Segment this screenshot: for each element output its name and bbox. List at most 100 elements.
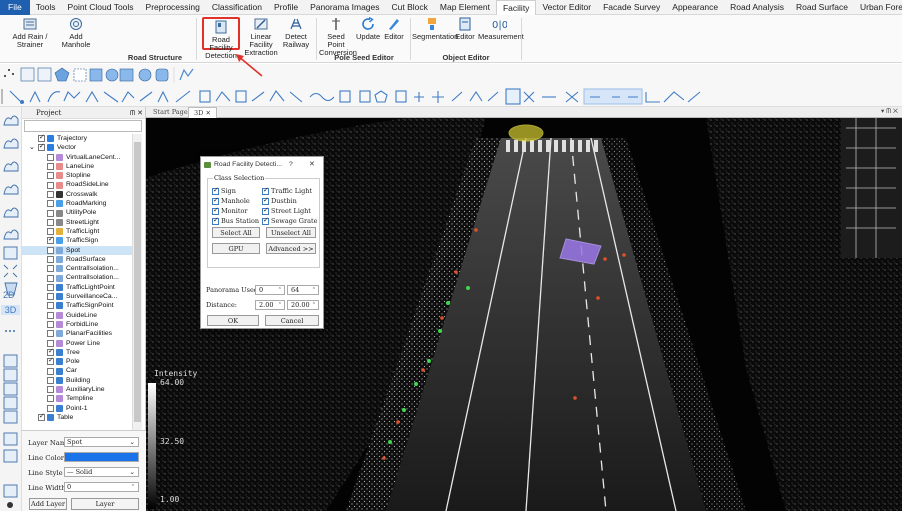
yellow-highlight-marker[interactable] bbox=[508, 124, 544, 142]
tree-item-checkbox[interactable] bbox=[47, 293, 54, 301]
checkbox-box[interactable] bbox=[212, 186, 219, 195]
tree-item-checkbox[interactable] bbox=[47, 356, 54, 366]
class-checkbox[interactable]: Dustbin bbox=[262, 196, 297, 205]
tree-item[interactable]: Stopline bbox=[22, 171, 132, 180]
project-search-input[interactable] bbox=[24, 120, 142, 132]
road-facility-detection-button[interactable]: Road Facility Detection bbox=[202, 17, 240, 60]
tree-item[interactable]: Templine bbox=[22, 394, 132, 403]
tree-item-checkbox[interactable] bbox=[47, 311, 54, 319]
view-2d-label[interactable]: 2D bbox=[3, 290, 15, 300]
tree-item-checkbox[interactable] bbox=[47, 235, 54, 245]
tree-scrollbar[interactable] bbox=[132, 134, 142, 430]
tree-item[interactable]: TrafficSign bbox=[22, 235, 132, 245]
menu-tools[interactable]: Tools bbox=[30, 0, 62, 15]
linear-facility-extraction-button[interactable]: Linear Facility Extraction bbox=[242, 17, 280, 57]
tree-item-checkbox[interactable] bbox=[47, 200, 54, 208]
segmentation-button[interactable]: Segmentation bbox=[412, 17, 458, 41]
tree-item-checkbox[interactable] bbox=[47, 395, 54, 403]
unselect-all-button[interactable]: Unselect All bbox=[266, 227, 316, 238]
tree-item-checkbox[interactable] bbox=[47, 330, 54, 338]
menu-classification[interactable]: Classification bbox=[206, 0, 268, 15]
class-checkbox[interactable]: Sign bbox=[212, 186, 236, 195]
detect-railway-button[interactable]: Detect Railway bbox=[282, 17, 310, 49]
tree-item[interactable]: VirtualLaneCent... bbox=[22, 153, 132, 162]
tree-item-checkbox[interactable] bbox=[47, 190, 54, 198]
tree-item-checkbox[interactable] bbox=[47, 321, 54, 329]
pole-editor-button[interactable]: Editor bbox=[382, 17, 406, 41]
cancel-button[interactable]: Cancel bbox=[265, 315, 319, 326]
line-style-select[interactable]: — Solid ⌄ bbox=[64, 467, 139, 477]
class-checkbox[interactable]: Bus Station bbox=[212, 216, 259, 225]
tree-item-checkbox[interactable] bbox=[47, 274, 54, 282]
tree-item-checkbox[interactable] bbox=[47, 347, 54, 356]
class-checkbox[interactable]: Monitor bbox=[212, 206, 247, 215]
tree-item[interactable]: UtilityPole bbox=[22, 208, 132, 217]
layer-name-select[interactable]: Spot ⌄ bbox=[64, 437, 139, 447]
tree-item[interactable]: RoadMarking bbox=[22, 199, 132, 208]
ok-button[interactable]: OK bbox=[207, 315, 259, 326]
class-checkbox[interactable]: Street Light bbox=[262, 206, 311, 215]
expand-chevron-icon[interactable]: ⌄ bbox=[29, 143, 35, 152]
tree-item-checkbox[interactable] bbox=[47, 172, 54, 180]
line-width-spinner[interactable]: 0 ⌃ bbox=[64, 482, 139, 492]
tree-item[interactable]: Crosswalk bbox=[22, 190, 132, 199]
select-all-button[interactable]: Select All bbox=[212, 227, 260, 238]
tree-item-checkbox[interactable] bbox=[47, 246, 54, 254]
checkbox-box[interactable] bbox=[262, 206, 269, 215]
tree-item[interactable]: ⌄ Vector bbox=[22, 142, 132, 152]
add-rain-strainer-button[interactable]: Add Rain / Strainer bbox=[8, 17, 52, 49]
menu-point-cloud-tools[interactable]: Point Cloud Tools bbox=[62, 0, 140, 15]
tab-close-icon[interactable]: ✕ bbox=[205, 109, 210, 117]
menu-road-surface[interactable]: Road Surface bbox=[790, 0, 854, 15]
tree-item[interactable]: Car bbox=[22, 366, 132, 375]
menu-cut-block[interactable]: Cut Block bbox=[386, 0, 434, 15]
tree-item-checkbox[interactable] bbox=[47, 153, 54, 161]
tree-item[interactable]: AuxiliaryLine bbox=[22, 385, 132, 394]
tree-item[interactable]: ForbidLine bbox=[22, 320, 132, 329]
object-editor-button[interactable]: Editor bbox=[454, 17, 476, 41]
tree-item[interactable]: Table bbox=[22, 412, 132, 422]
tab-start-page[interactable]: Start Page bbox=[148, 107, 193, 118]
view-3d-label[interactable]: 3D bbox=[1, 305, 20, 315]
menu-file[interactable]: File bbox=[0, 0, 30, 15]
tree-item[interactable]: TrafficLightPoint bbox=[22, 283, 132, 292]
tree-item-checkbox[interactable] bbox=[47, 386, 54, 394]
tree-item[interactable]: TrafficSignPoint bbox=[22, 301, 132, 310]
seed-point-conversion-button[interactable]: Seed Point Conversion bbox=[319, 17, 357, 57]
class-checkbox[interactable]: Manhole bbox=[212, 196, 250, 205]
tree-item[interactable]: CentralIsolation... bbox=[22, 264, 132, 273]
tree-item-checkbox[interactable] bbox=[47, 218, 54, 226]
tree-item[interactable]: RoadSurface bbox=[22, 255, 132, 264]
menu-panorama-images[interactable]: Panorama Images bbox=[304, 0, 385, 15]
tree-item-checkbox[interactable] bbox=[47, 163, 54, 171]
tree-item[interactable]: GuideLine bbox=[22, 311, 132, 320]
tree-item[interactable]: StreetLight bbox=[22, 218, 132, 227]
menu-facility[interactable]: Facility bbox=[495, 0, 537, 15]
tree-item[interactable]: CentralIsolation... bbox=[22, 273, 132, 282]
checkbox-box[interactable] bbox=[212, 206, 219, 215]
menu-road-analysis[interactable]: Road Analysis bbox=[724, 0, 790, 15]
tree-item-checkbox[interactable] bbox=[47, 302, 54, 310]
gpu-button[interactable]: GPU bbox=[212, 243, 260, 254]
tree-item-checkbox[interactable] bbox=[37, 142, 45, 152]
tree-item-checkbox[interactable] bbox=[47, 256, 54, 263]
menu-preprocessing[interactable]: Preprocessing bbox=[140, 0, 206, 15]
panel-close-icon[interactable]: ✕ bbox=[137, 107, 143, 119]
tree-item[interactable]: RoadSideLine bbox=[22, 180, 132, 189]
tree-item-checkbox[interactable] bbox=[47, 228, 54, 236]
panel-pin-icon[interactable]: ᗰ bbox=[130, 107, 135, 119]
class-checkbox[interactable]: Sewage Grate bbox=[262, 216, 317, 225]
tree-item-checkbox[interactable] bbox=[38, 134, 45, 142]
measurement-button[interactable]: 0|0 Measurement bbox=[478, 17, 524, 41]
line-color-picker[interactable] bbox=[64, 452, 139, 462]
checkbox-box[interactable] bbox=[212, 216, 219, 225]
tree-item[interactable]: Building bbox=[22, 376, 132, 385]
class-checkbox[interactable]: Traffic Light bbox=[262, 186, 312, 195]
dialog-help-button[interactable]: ? bbox=[289, 157, 293, 173]
tree-item-checkbox[interactable] bbox=[47, 209, 54, 217]
view-window-controls[interactable]: ▾ ᗰ ✕ bbox=[881, 107, 898, 116]
tree-item[interactable]: Pole bbox=[22, 356, 132, 366]
add-layer-button[interactable]: Add Layer bbox=[29, 498, 67, 510]
tree-item-checkbox[interactable] bbox=[47, 265, 54, 273]
update-button[interactable]: Update bbox=[356, 17, 380, 41]
